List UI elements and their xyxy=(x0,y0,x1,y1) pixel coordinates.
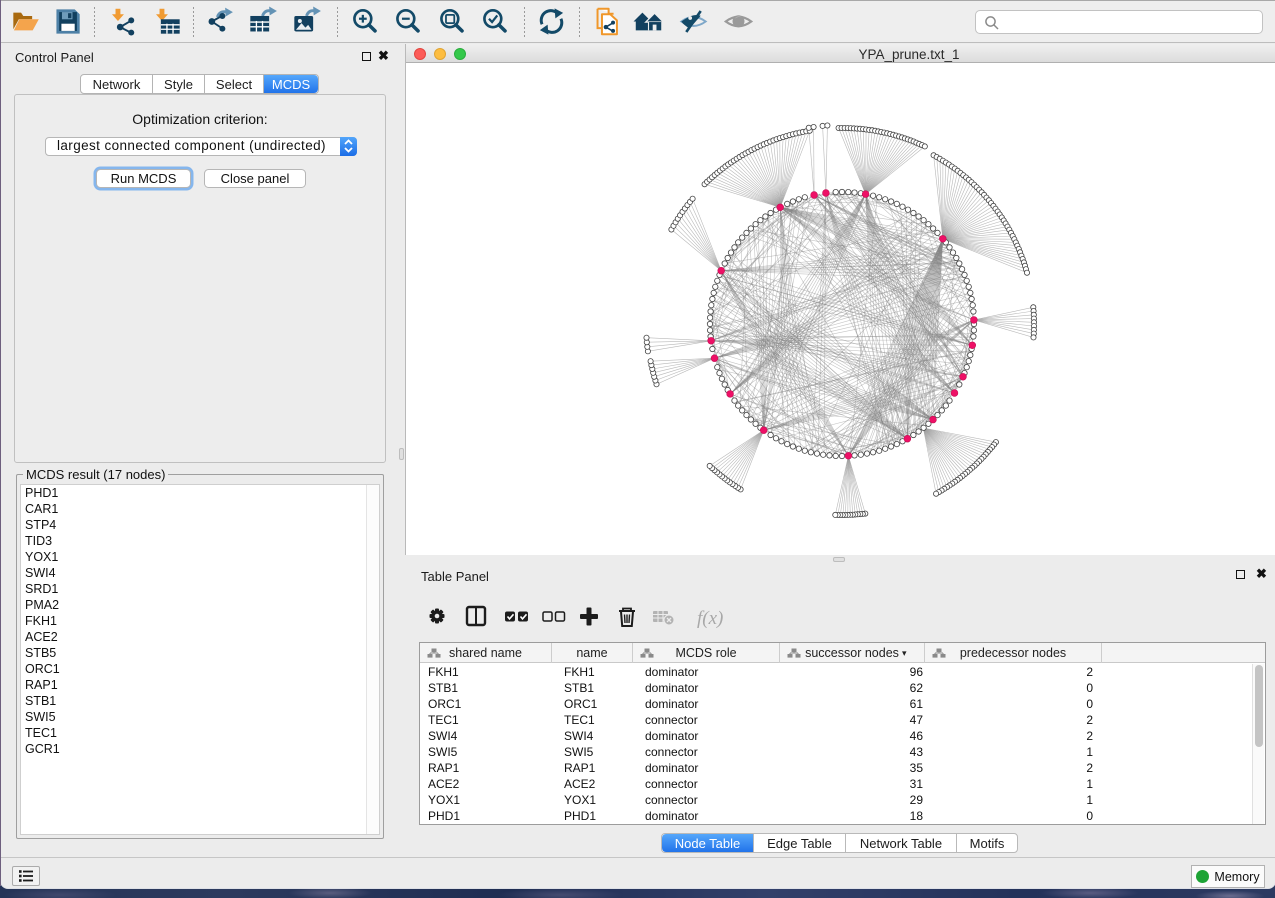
svg-text:f(x): f(x) xyxy=(697,608,723,629)
